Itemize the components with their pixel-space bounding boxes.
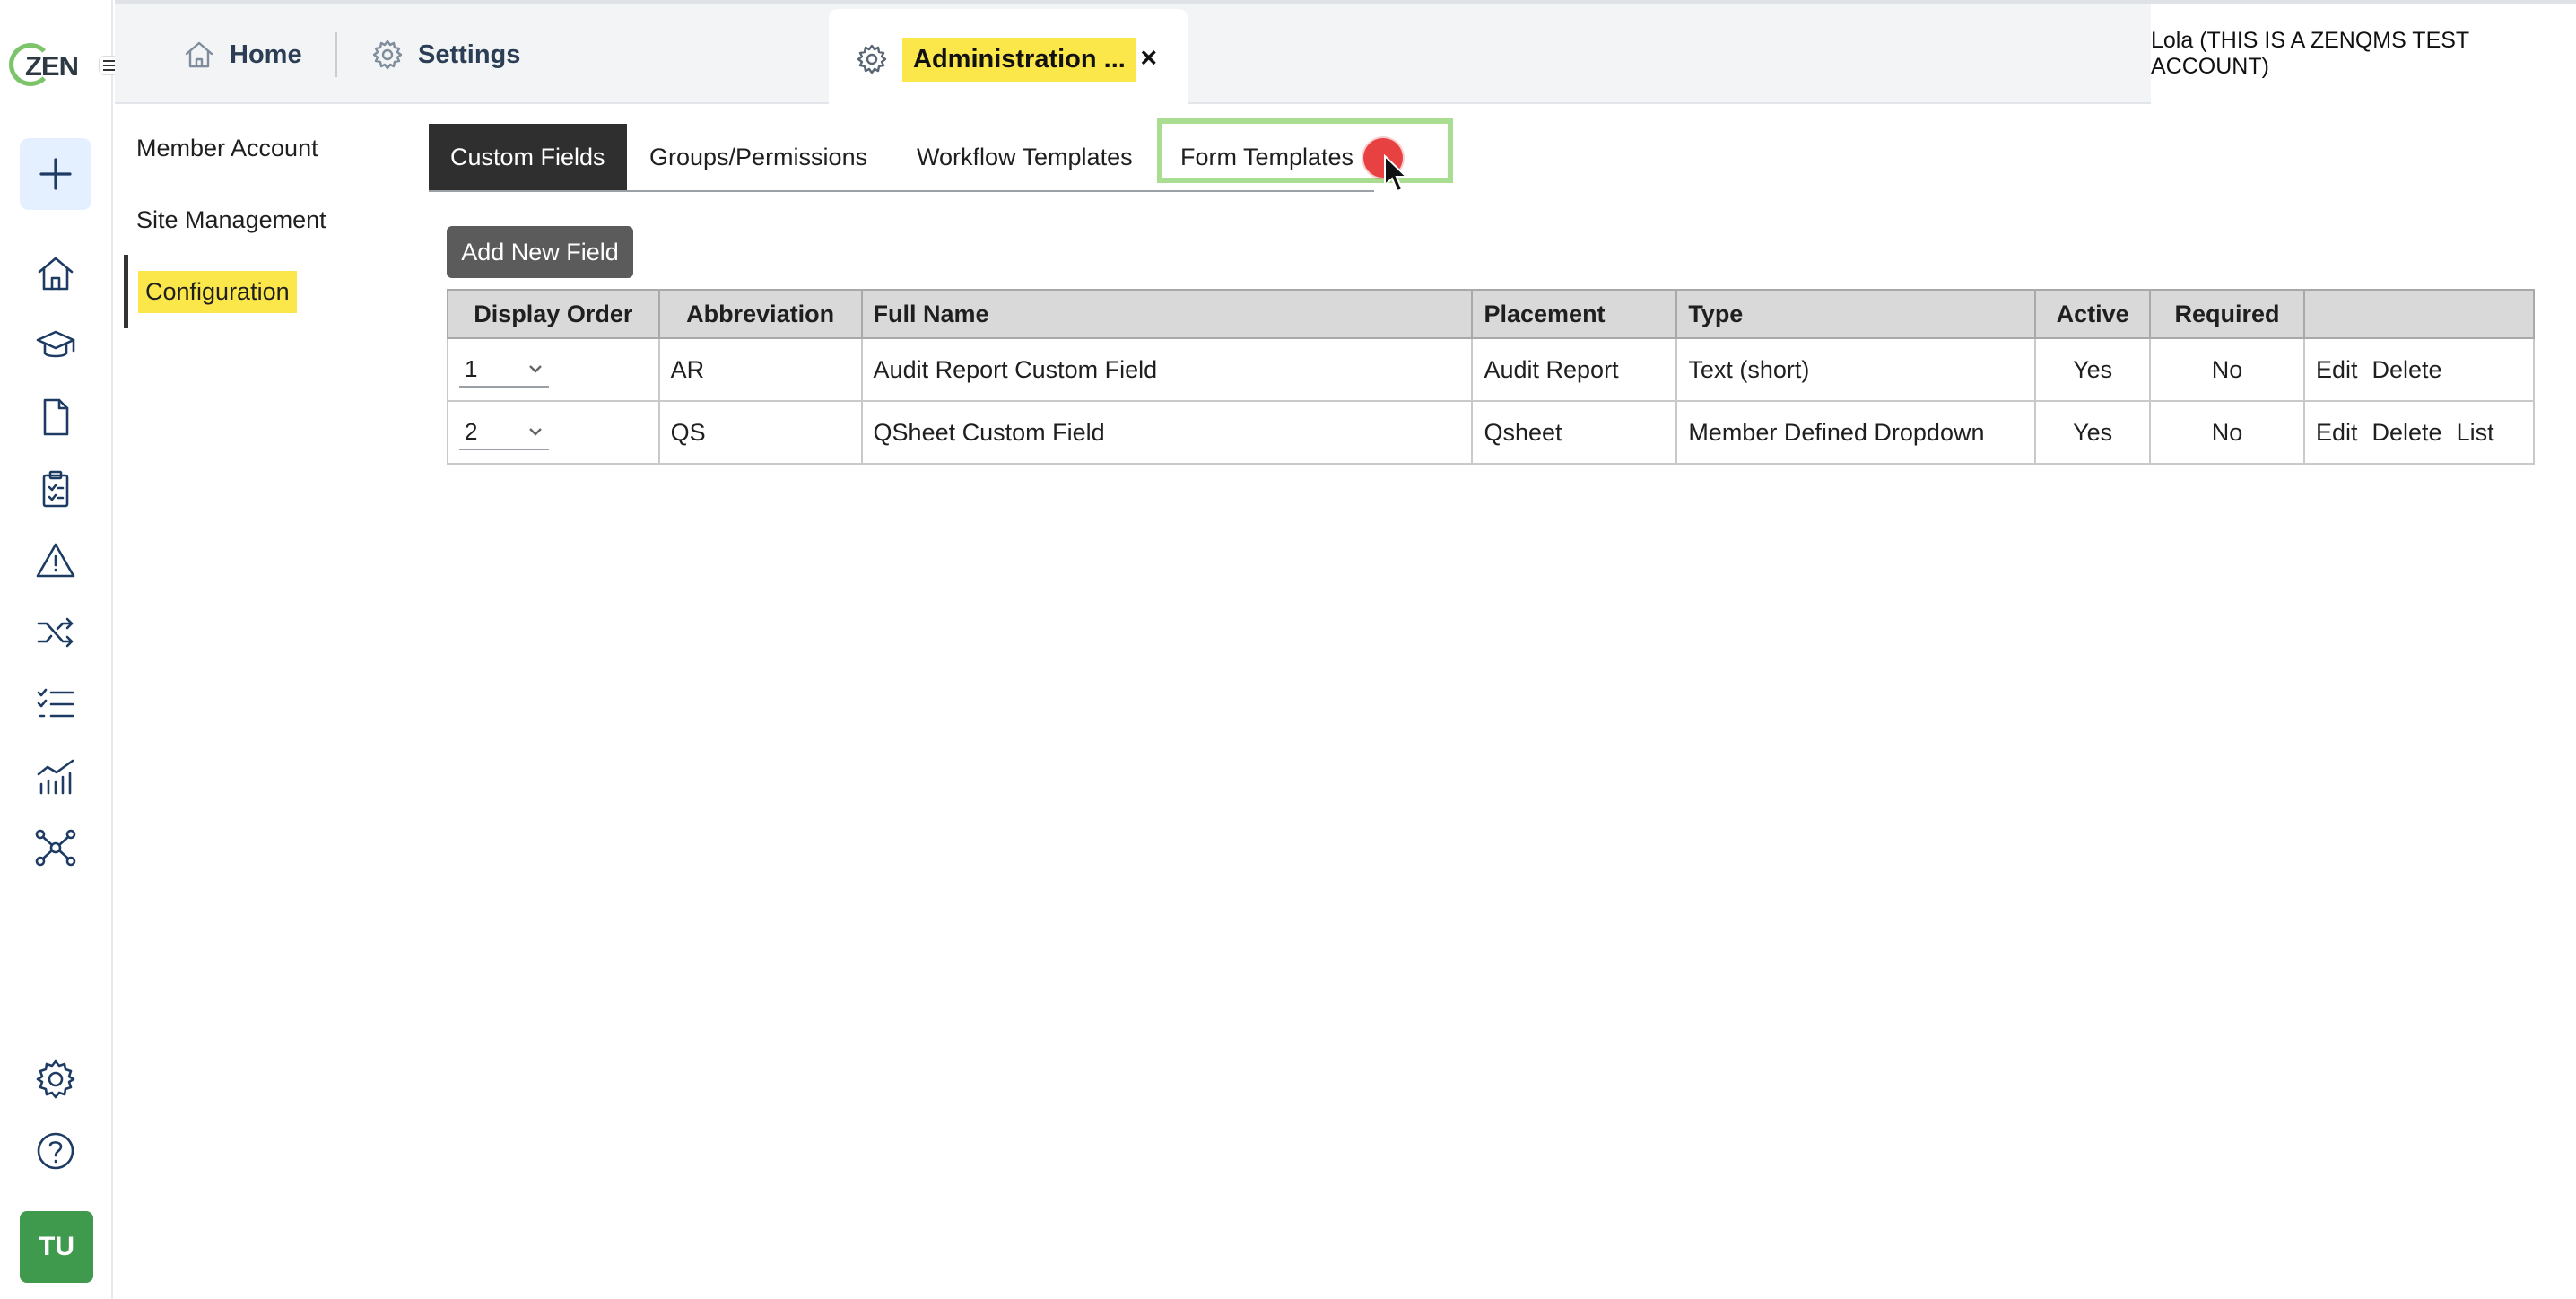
list-link[interactable]: List bbox=[2457, 419, 2494, 446]
logo-text: ZEN bbox=[25, 50, 79, 82]
home-icon bbox=[185, 41, 213, 68]
create-new-button[interactable] bbox=[20, 138, 91, 210]
table-row: 2 QS QSheet Custom Field Qsheet Member D… bbox=[447, 400, 2535, 465]
training-cap-icon[interactable] bbox=[30, 319, 82, 371]
help-icon[interactable] bbox=[30, 1125, 82, 1177]
plus-icon bbox=[39, 158, 72, 190]
document-icon[interactable] bbox=[30, 391, 82, 443]
avatar[interactable]: TU bbox=[20, 1211, 93, 1283]
actions-cell: Edit Delete List bbox=[2303, 400, 2535, 465]
analytics-icon[interactable] bbox=[30, 750, 82, 802]
abbreviation-cell: AR bbox=[657, 337, 863, 402]
active-toggle[interactable]: Yes bbox=[2034, 337, 2152, 402]
header-display-order[interactable]: Display Order bbox=[447, 289, 660, 339]
header-full-name[interactable]: Full Name bbox=[860, 289, 1474, 339]
top-tab-bar: Home Settings Administration ... × Lola … bbox=[115, 0, 2576, 109]
subnav-item-configuration[interactable]: Configuration bbox=[138, 271, 297, 313]
required-value: No bbox=[2149, 400, 2305, 465]
actions-cell: Edit Delete bbox=[2303, 337, 2535, 402]
tab-home-label: Home bbox=[230, 39, 302, 69]
tab-workflow-templates[interactable]: Workflow Templates bbox=[917, 124, 1133, 190]
display-order-cell: 2 bbox=[447, 400, 660, 465]
required-toggle[interactable]: No bbox=[2149, 337, 2305, 402]
subnav-active-indicator bbox=[124, 255, 128, 328]
tab-groups-permissions[interactable]: Groups/Permissions bbox=[649, 124, 867, 190]
tab-separator bbox=[335, 32, 337, 77]
home-icon[interactable] bbox=[30, 248, 82, 300]
abbreviation-cell: QS bbox=[657, 400, 863, 465]
header-abbreviation[interactable]: Abbreviation bbox=[657, 289, 863, 339]
checklist-icon[interactable] bbox=[30, 678, 82, 730]
gear-icon bbox=[857, 44, 887, 74]
full-name-cell: Audit Report Custom Field bbox=[860, 337, 1474, 402]
header-type[interactable]: Type bbox=[1675, 289, 2037, 339]
chevron-down-icon bbox=[529, 365, 542, 373]
display-order-select[interactable]: 1 bbox=[459, 352, 549, 388]
header-actions bbox=[2303, 289, 2535, 339]
full-name-cell: QSheet Custom Field bbox=[860, 400, 1474, 465]
active-toggle[interactable]: Yes bbox=[2034, 400, 2152, 465]
edit-link[interactable]: Edit bbox=[2316, 419, 2358, 446]
left-rail: ZEN TU bbox=[0, 0, 113, 1299]
gear-icon bbox=[372, 39, 403, 70]
display-order-value: 2 bbox=[465, 417, 478, 445]
table-row: 1 AR Audit Report Custom Field Audit Rep… bbox=[447, 337, 2535, 402]
network-icon[interactable] bbox=[30, 822, 82, 874]
display-order-select[interactable]: 2 bbox=[459, 414, 549, 450]
subnav-item-site-management[interactable]: Site Management bbox=[136, 206, 326, 234]
display-order-cell: 1 bbox=[447, 337, 660, 402]
type-cell: Member Defined Dropdown bbox=[1675, 400, 2037, 465]
header-placement[interactable]: Placement bbox=[1471, 289, 1678, 339]
header-required[interactable]: Required bbox=[2149, 289, 2305, 339]
delete-link[interactable]: Delete bbox=[2372, 419, 2442, 446]
chevron-down-icon bbox=[529, 428, 542, 436]
mouse-cursor-icon bbox=[1384, 154, 1409, 193]
add-new-field-button[interactable]: Add New Field bbox=[447, 226, 633, 278]
table-header-row: Display Order Abbreviation Full Name Pla… bbox=[447, 289, 2535, 339]
close-tab-icon[interactable]: × bbox=[1140, 41, 1157, 74]
tab-custom-fields[interactable]: Custom Fields bbox=[429, 124, 627, 190]
placement-cell: Qsheet bbox=[1471, 400, 1678, 465]
type-cell: Text (short) bbox=[1675, 337, 2037, 402]
warning-icon[interactable] bbox=[30, 535, 82, 587]
subnav-item-member-account[interactable]: Member Account bbox=[136, 135, 318, 162]
edit-link[interactable]: Edit bbox=[2316, 356, 2358, 383]
delete-link[interactable]: Delete bbox=[2372, 356, 2442, 383]
gear-icon[interactable] bbox=[30, 1053, 82, 1105]
clipboard-icon[interactable] bbox=[30, 463, 82, 515]
account-name[interactable]: Lola (THIS IS A ZENQMS TEST ACCOUNT) bbox=[2151, 4, 2576, 104]
shuffle-icon[interactable] bbox=[30, 606, 82, 658]
zen-logo[interactable]: ZEN bbox=[9, 39, 79, 90]
display-order-value: 1 bbox=[465, 354, 478, 382]
tab-home[interactable]: Home bbox=[183, 4, 302, 106]
tab-settings-label: Settings bbox=[418, 39, 521, 69]
tab-administration-label: Administration ... bbox=[902, 37, 1136, 82]
custom-fields-table: Display Order Abbreviation Full Name Pla… bbox=[447, 289, 2535, 465]
tab-administration[interactable]: Administration ... × bbox=[829, 9, 1188, 109]
placement-cell: Audit Report bbox=[1471, 337, 1678, 402]
tab-settings[interactable]: Settings bbox=[371, 4, 520, 106]
header-active[interactable]: Active bbox=[2034, 289, 2152, 339]
